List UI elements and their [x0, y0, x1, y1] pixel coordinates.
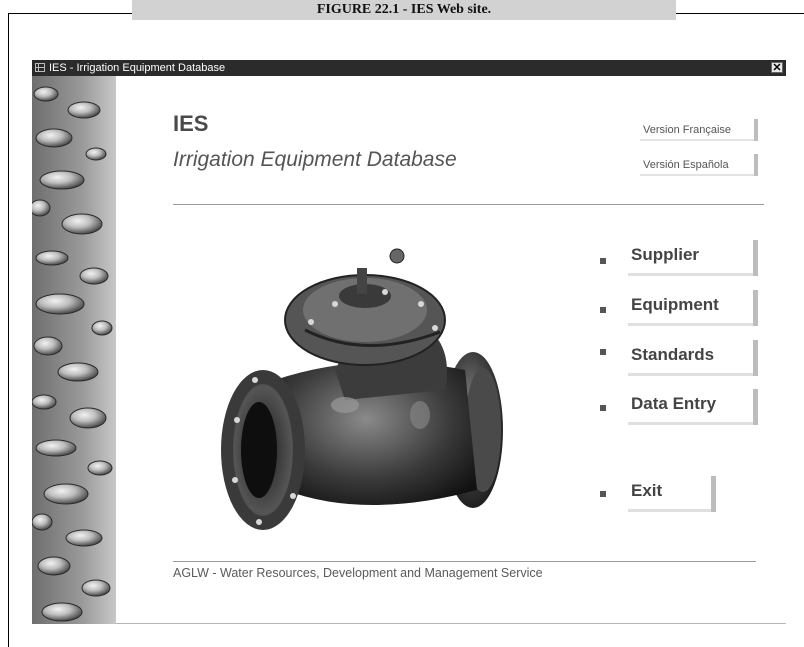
- water-drops-image: [32, 76, 116, 624]
- close-button[interactable]: ✕: [771, 62, 783, 74]
- window-bottom-edge: [116, 623, 786, 624]
- exit-bullet: [600, 491, 606, 497]
- spanish-version-button[interactable]: Versión Española: [640, 154, 758, 176]
- data-entry-bullet: [600, 405, 606, 411]
- figure-frame-top-left: [8, 13, 132, 14]
- french-version-button[interactable]: Version Française: [640, 119, 758, 141]
- window-titlebar[interactable]: IES - Irrigation Equipment Database ✕: [32, 60, 786, 76]
- figure-caption: FIGURE 22.1 - IES Web site.: [132, 0, 676, 20]
- footer-text: AGLW - Water Resources, Development and …: [173, 566, 543, 580]
- footer-divider: [173, 561, 756, 562]
- figure-frame-top-right: [676, 13, 804, 14]
- equipment-bullet: [600, 307, 606, 313]
- window-title: IES - Irrigation Equipment Database: [49, 62, 226, 74]
- standards-button[interactable]: Standards: [628, 340, 758, 376]
- supplier-button[interactable]: Supplier: [628, 240, 758, 276]
- app-subtitle: Irrigation Equipment Database: [173, 148, 457, 171]
- app-title: IES: [173, 111, 209, 136]
- exit-button[interactable]: Exit: [628, 476, 716, 512]
- supplier-bullet: [600, 258, 606, 264]
- figure-frame-left: [8, 13, 9, 647]
- equipment-button[interactable]: Equipment: [628, 290, 758, 326]
- app-window-icon: [35, 63, 45, 72]
- header-divider: [173, 204, 764, 205]
- standards-bullet: [600, 349, 606, 355]
- data-entry-button[interactable]: Data Entry: [628, 389, 758, 425]
- valve-product-image: [215, 240, 535, 550]
